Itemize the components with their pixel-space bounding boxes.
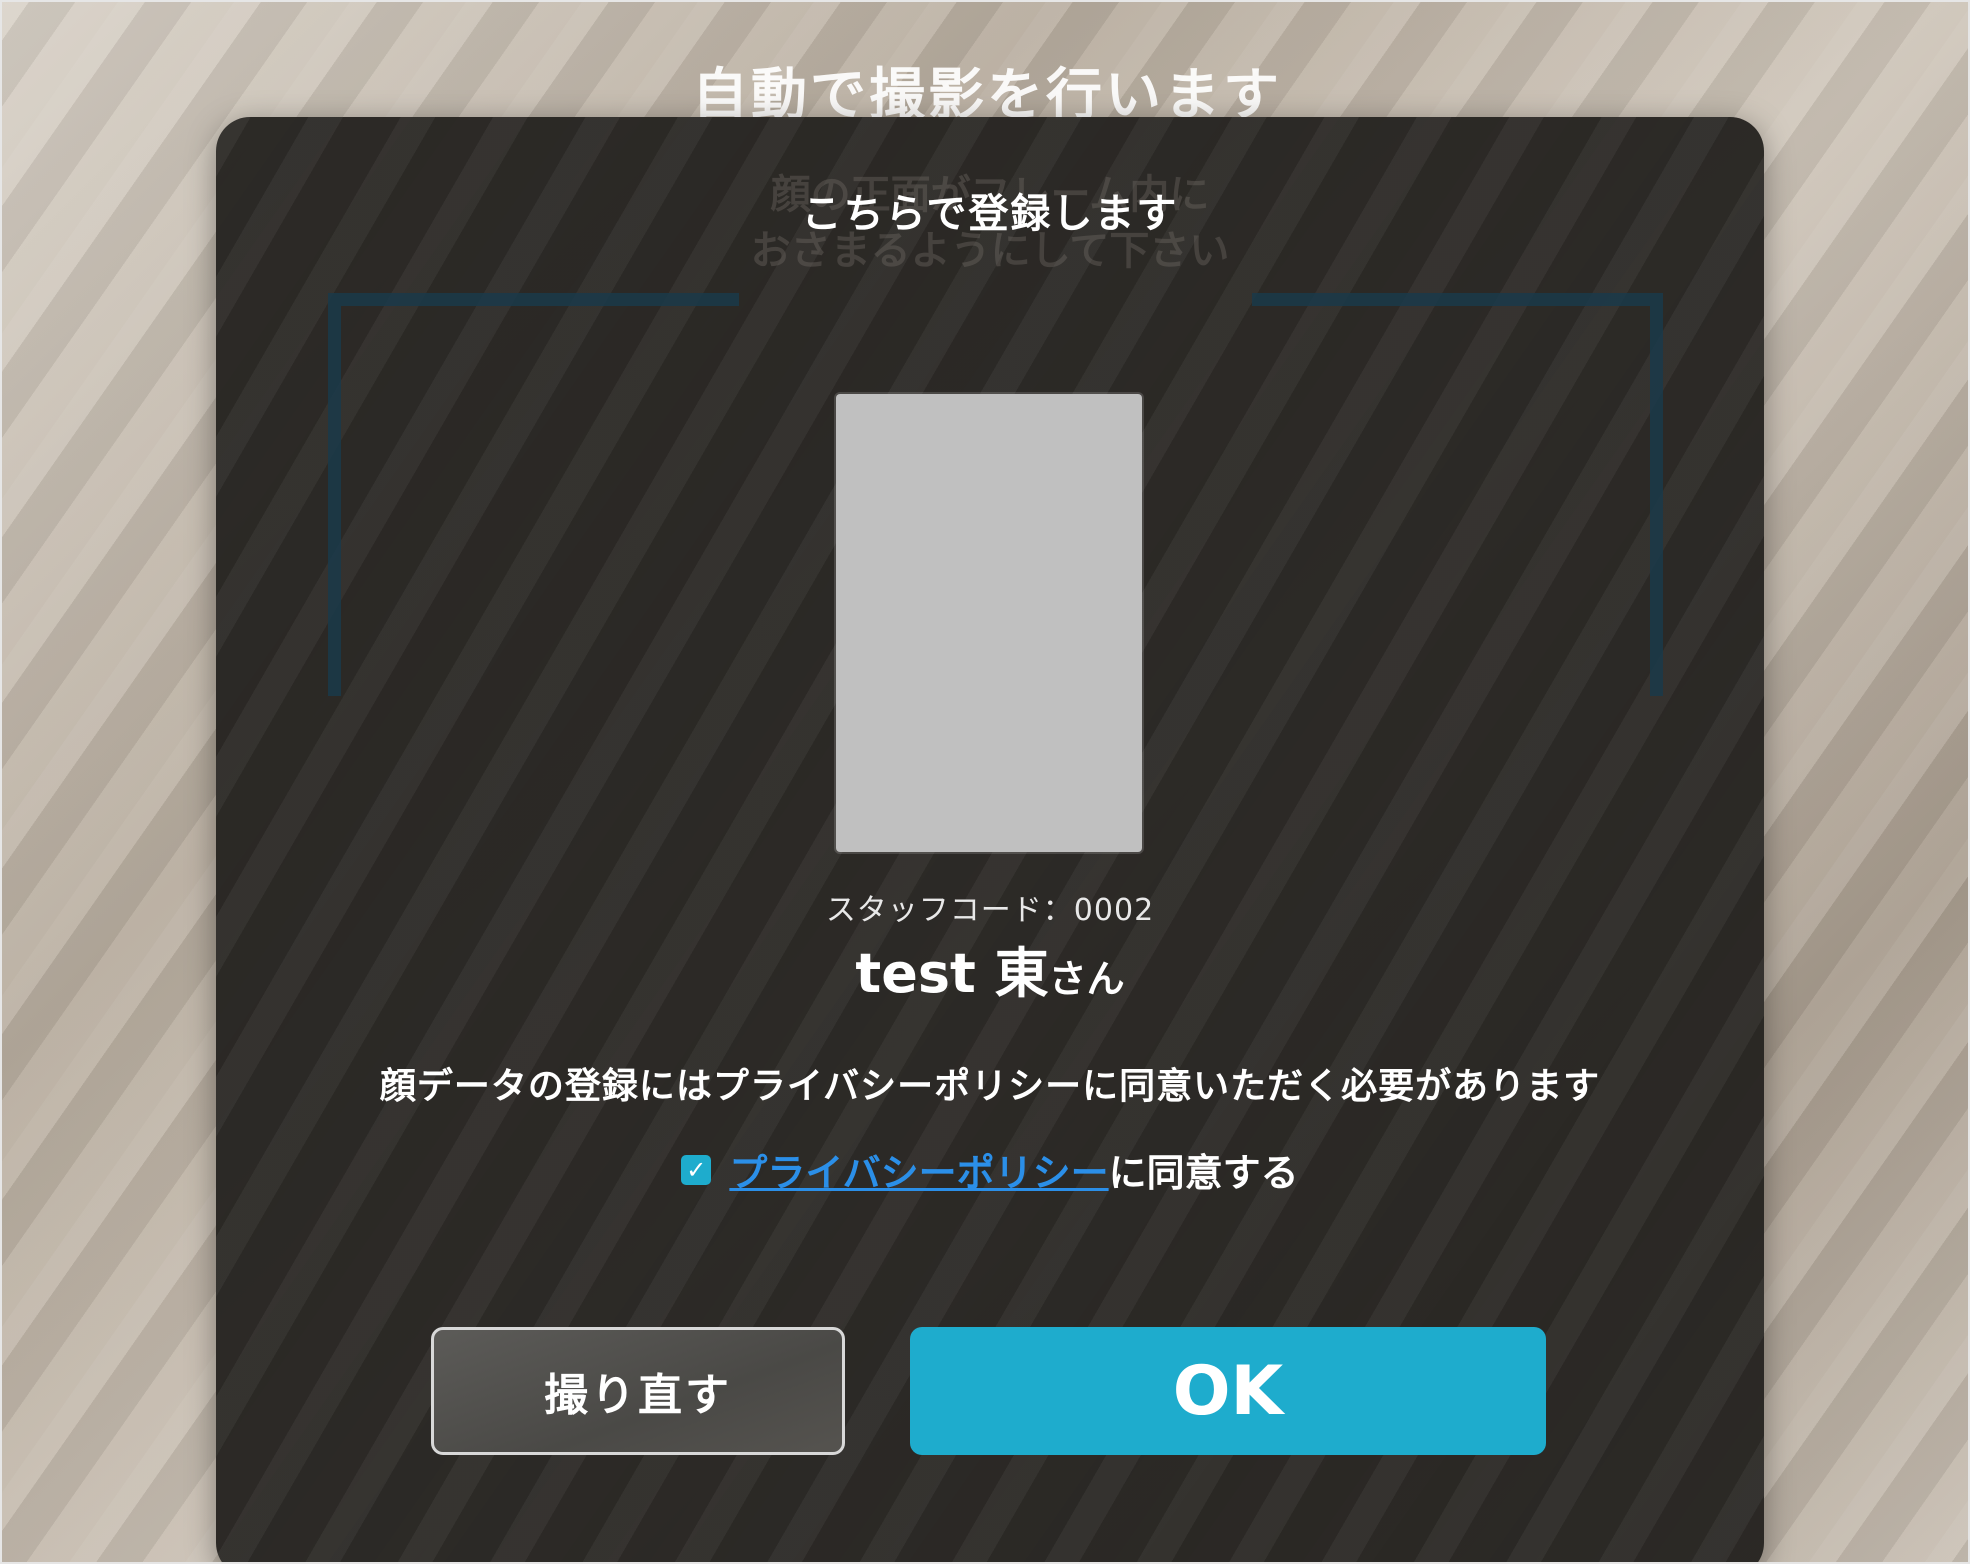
- captured-photo-placeholder: [836, 394, 1142, 852]
- agree-row: ✓ プライバシーポリシーに同意する: [216, 1142, 1764, 1197]
- ok-button-label: OK: [1172, 1351, 1284, 1431]
- modal-title: こちらで登録します: [801, 191, 1179, 237]
- camera-screen: 自動で撮影を行います 顔の正面がフレーム内に おさまるようにして下さい こちらで…: [0, 0, 1970, 1564]
- retake-button[interactable]: 撮り直す: [431, 1327, 845, 1455]
- consent-message: 顔データの登録にはプライバシーポリシーに同意いただく必要があります: [379, 1066, 1601, 1107]
- retake-button-label: 撮り直す: [544, 1370, 732, 1421]
- staff-name: test 東さん: [216, 929, 1764, 1008]
- face-frame-corner-top-left: [328, 293, 739, 696]
- agree-suffix-text: に同意する: [1108, 1151, 1299, 1195]
- privacy-policy-link[interactable]: プライバシーポリシー: [729, 1151, 1108, 1195]
- checkmark-icon: ✓: [686, 1155, 707, 1184]
- staff-name-value: test 東: [855, 942, 1049, 1005]
- staff-code-label: スタッフコード：0002: [825, 893, 1155, 928]
- ok-button[interactable]: OK: [910, 1327, 1546, 1455]
- agree-checkbox[interactable]: ✓: [681, 1154, 712, 1185]
- face-frame-corner-top-right: [1252, 293, 1663, 696]
- registration-modal: 顔の正面がフレーム内に おさまるようにして下さい こちらで登録します スタッフコ…: [216, 117, 1764, 1562]
- staff-name-suffix: さん: [1048, 957, 1125, 1001]
